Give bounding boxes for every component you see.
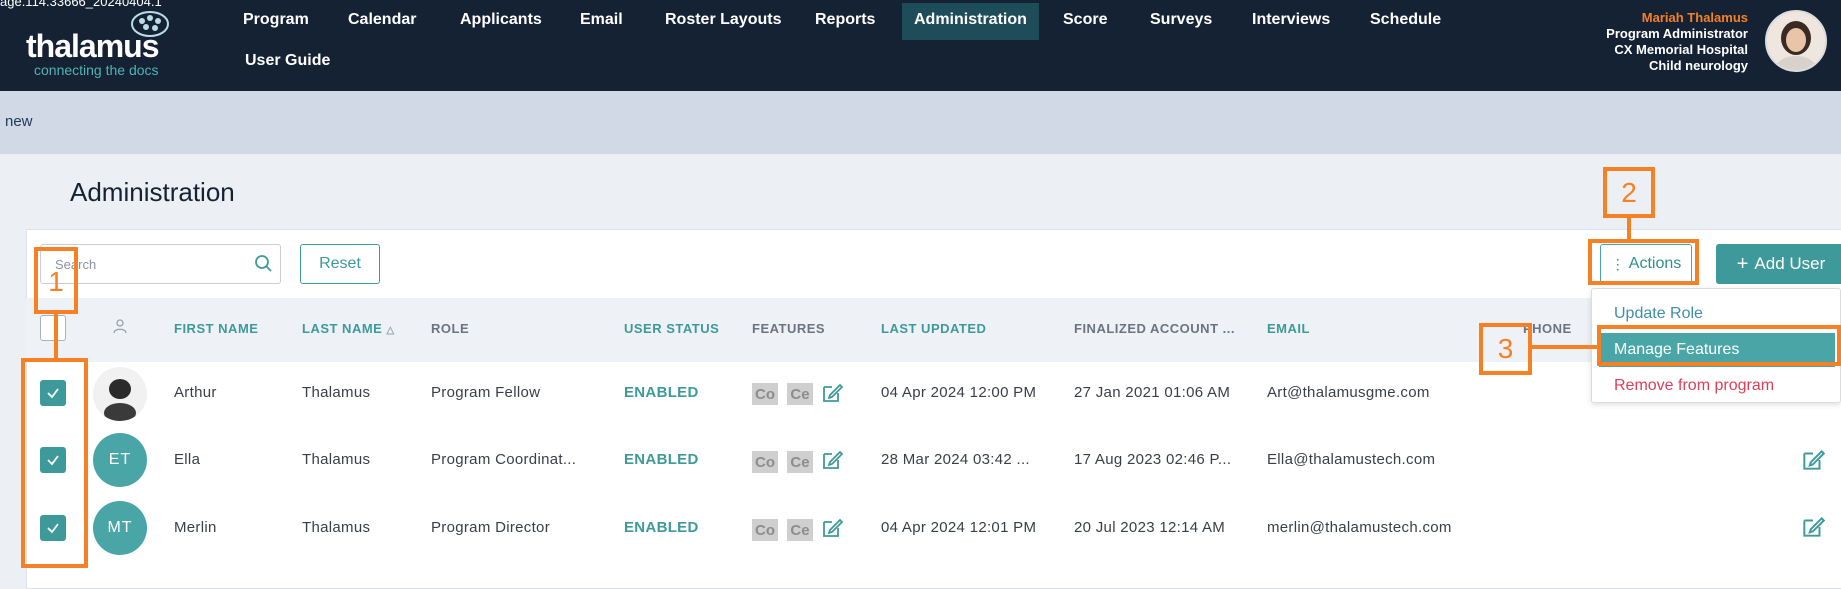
- annotation-line: [1532, 345, 1598, 349]
- nav-reports[interactable]: Reports: [815, 11, 875, 29]
- nav-email[interactable]: Email: [580, 11, 623, 29]
- col-last-name[interactable]: LAST NAME △: [302, 321, 395, 336]
- annotation-box: [21, 358, 88, 568]
- col-finalized-account[interactable]: FINALIZED ACCOUNT ...: [1074, 321, 1235, 336]
- col-last-name-label: LAST NAME: [302, 321, 383, 336]
- top-navbar: age.114.33666_20240404.1 thalamus connec…: [0, 0, 1841, 91]
- col-user-status[interactable]: USER STATUS: [624, 321, 719, 336]
- col-email[interactable]: EMAIL: [1267, 321, 1310, 336]
- thalamus-logo[interactable]: thalamus connecting the docs: [26, 8, 186, 78]
- select-all-checkbox[interactable]: [40, 315, 66, 341]
- logo-wordmark: thalamus: [26, 28, 159, 64]
- cell-email: Art@thalamusgme.com: [1267, 384, 1430, 401]
- menu-item-remove-from-program[interactable]: Remove from program: [1592, 369, 1841, 403]
- plus-icon: +: [1736, 252, 1749, 275]
- sort-asc-icon: △: [386, 325, 395, 336]
- annotation-number: 3: [1497, 333, 1514, 364]
- annotation-line: [54, 314, 58, 359]
- user-photo-icon: [1767, 12, 1825, 70]
- profile-photo-icon: [93, 367, 147, 421]
- user-avatar[interactable]: [1765, 10, 1827, 72]
- nav-schedule[interactable]: Schedule: [1370, 11, 1441, 29]
- nav-program[interactable]: Program: [243, 11, 309, 29]
- edit-row-icon[interactable]: [1800, 514, 1826, 540]
- cell-last-updated: 04 Apr 2024 12:01 PM: [881, 519, 1037, 536]
- nav-score[interactable]: Score: [1063, 11, 1107, 29]
- cell-email: Ella@thalamustech.com: [1267, 451, 1436, 468]
- col-features: FEATURES: [752, 321, 826, 336]
- edit-features-icon[interactable]: [820, 448, 844, 472]
- cell-finalized: 27 Jan 2021 01:06 AM: [1074, 384, 1231, 401]
- feature-badge: Co: [752, 519, 778, 541]
- nav-administration[interactable]: Administration: [902, 3, 1039, 40]
- cell-first-name: Arthur: [174, 384, 217, 401]
- col-first-name[interactable]: FIRST NAME: [174, 321, 258, 336]
- feature-badge: Co: [752, 383, 778, 405]
- sub-header: new: [0, 91, 1841, 154]
- cell-email: merlin@thalamustech.com: [1267, 519, 1452, 536]
- reset-button[interactable]: Reset: [300, 244, 380, 284]
- feature-badge: Co: [752, 451, 778, 473]
- user-hospital: CX Memorial Hospital: [1614, 42, 1748, 57]
- avatar: ET: [93, 433, 147, 487]
- user-info[interactable]: Mariah Thalamus Program Administrator CX…: [1606, 10, 1748, 74]
- person-icon: [113, 319, 127, 334]
- feature-badge: Ce: [787, 519, 813, 541]
- page-title: Administration: [70, 177, 235, 207]
- annotation-number: 1: [48, 266, 64, 297]
- edit-features-icon[interactable]: [820, 516, 844, 540]
- nav-calendar[interactable]: Calendar: [348, 11, 416, 29]
- user-name: Mariah Thalamus: [1641, 10, 1748, 25]
- nav-surveys[interactable]: Surveys: [1150, 11, 1212, 29]
- cell-first-name: Merlin: [174, 519, 217, 536]
- user-role: Program Administrator: [1606, 26, 1748, 41]
- cell-last-updated: 04 Apr 2024 12:00 PM: [881, 384, 1037, 401]
- nav-interviews[interactable]: Interviews: [1252, 11, 1330, 29]
- add-user-button[interactable]: + Add User: [1716, 244, 1841, 284]
- status-badge: ENABLED: [624, 519, 699, 536]
- annotation-number: 2: [1621, 176, 1637, 208]
- avatar: MT: [93, 501, 147, 555]
- add-user-label: Add User: [1754, 254, 1826, 273]
- subbar-new-label[interactable]: new: [5, 113, 33, 130]
- logo-tagline: connecting the docs: [34, 62, 159, 78]
- nav-roster-layouts[interactable]: Roster Layouts: [665, 11, 781, 29]
- cell-last-name: Thalamus: [302, 519, 371, 536]
- search-icon[interactable]: [254, 254, 274, 274]
- col-role[interactable]: ROLE: [431, 321, 469, 336]
- status-badge: ENABLED: [624, 451, 699, 468]
- status-badge: ENABLED: [624, 384, 699, 401]
- feature-badge: Ce: [787, 451, 813, 473]
- cell-finalized: 20 Jul 2023 12:14 AM: [1074, 519, 1226, 536]
- cell-role: Program Fellow: [431, 384, 541, 401]
- cell-role: Program Coordinat...: [431, 451, 577, 468]
- cell-first-name: Ella: [174, 451, 201, 468]
- feature-badge: Ce: [787, 383, 813, 405]
- cell-finalized: 17 Aug 2023 02:46 P...: [1074, 451, 1232, 468]
- cell-last-updated: 28 Mar 2024 03:42 ...: [881, 451, 1030, 468]
- edit-features-icon[interactable]: [820, 381, 844, 405]
- user-specialty: Child neurology: [1649, 58, 1748, 73]
- annotation-box: [1597, 325, 1841, 366]
- col-last-updated[interactable]: LAST UPDATED: [881, 321, 986, 336]
- annotation-line: [1627, 218, 1631, 240]
- cell-last-name: Thalamus: [302, 384, 371, 401]
- nav-user-guide[interactable]: User Guide: [245, 52, 330, 70]
- nav-applicants[interactable]: Applicants: [460, 11, 542, 29]
- edit-row-icon[interactable]: [1800, 447, 1826, 473]
- avatar: [93, 367, 147, 421]
- annotation-box: [1588, 239, 1699, 285]
- cell-last-name: Thalamus: [302, 451, 371, 468]
- cell-role: Program Director: [431, 519, 550, 536]
